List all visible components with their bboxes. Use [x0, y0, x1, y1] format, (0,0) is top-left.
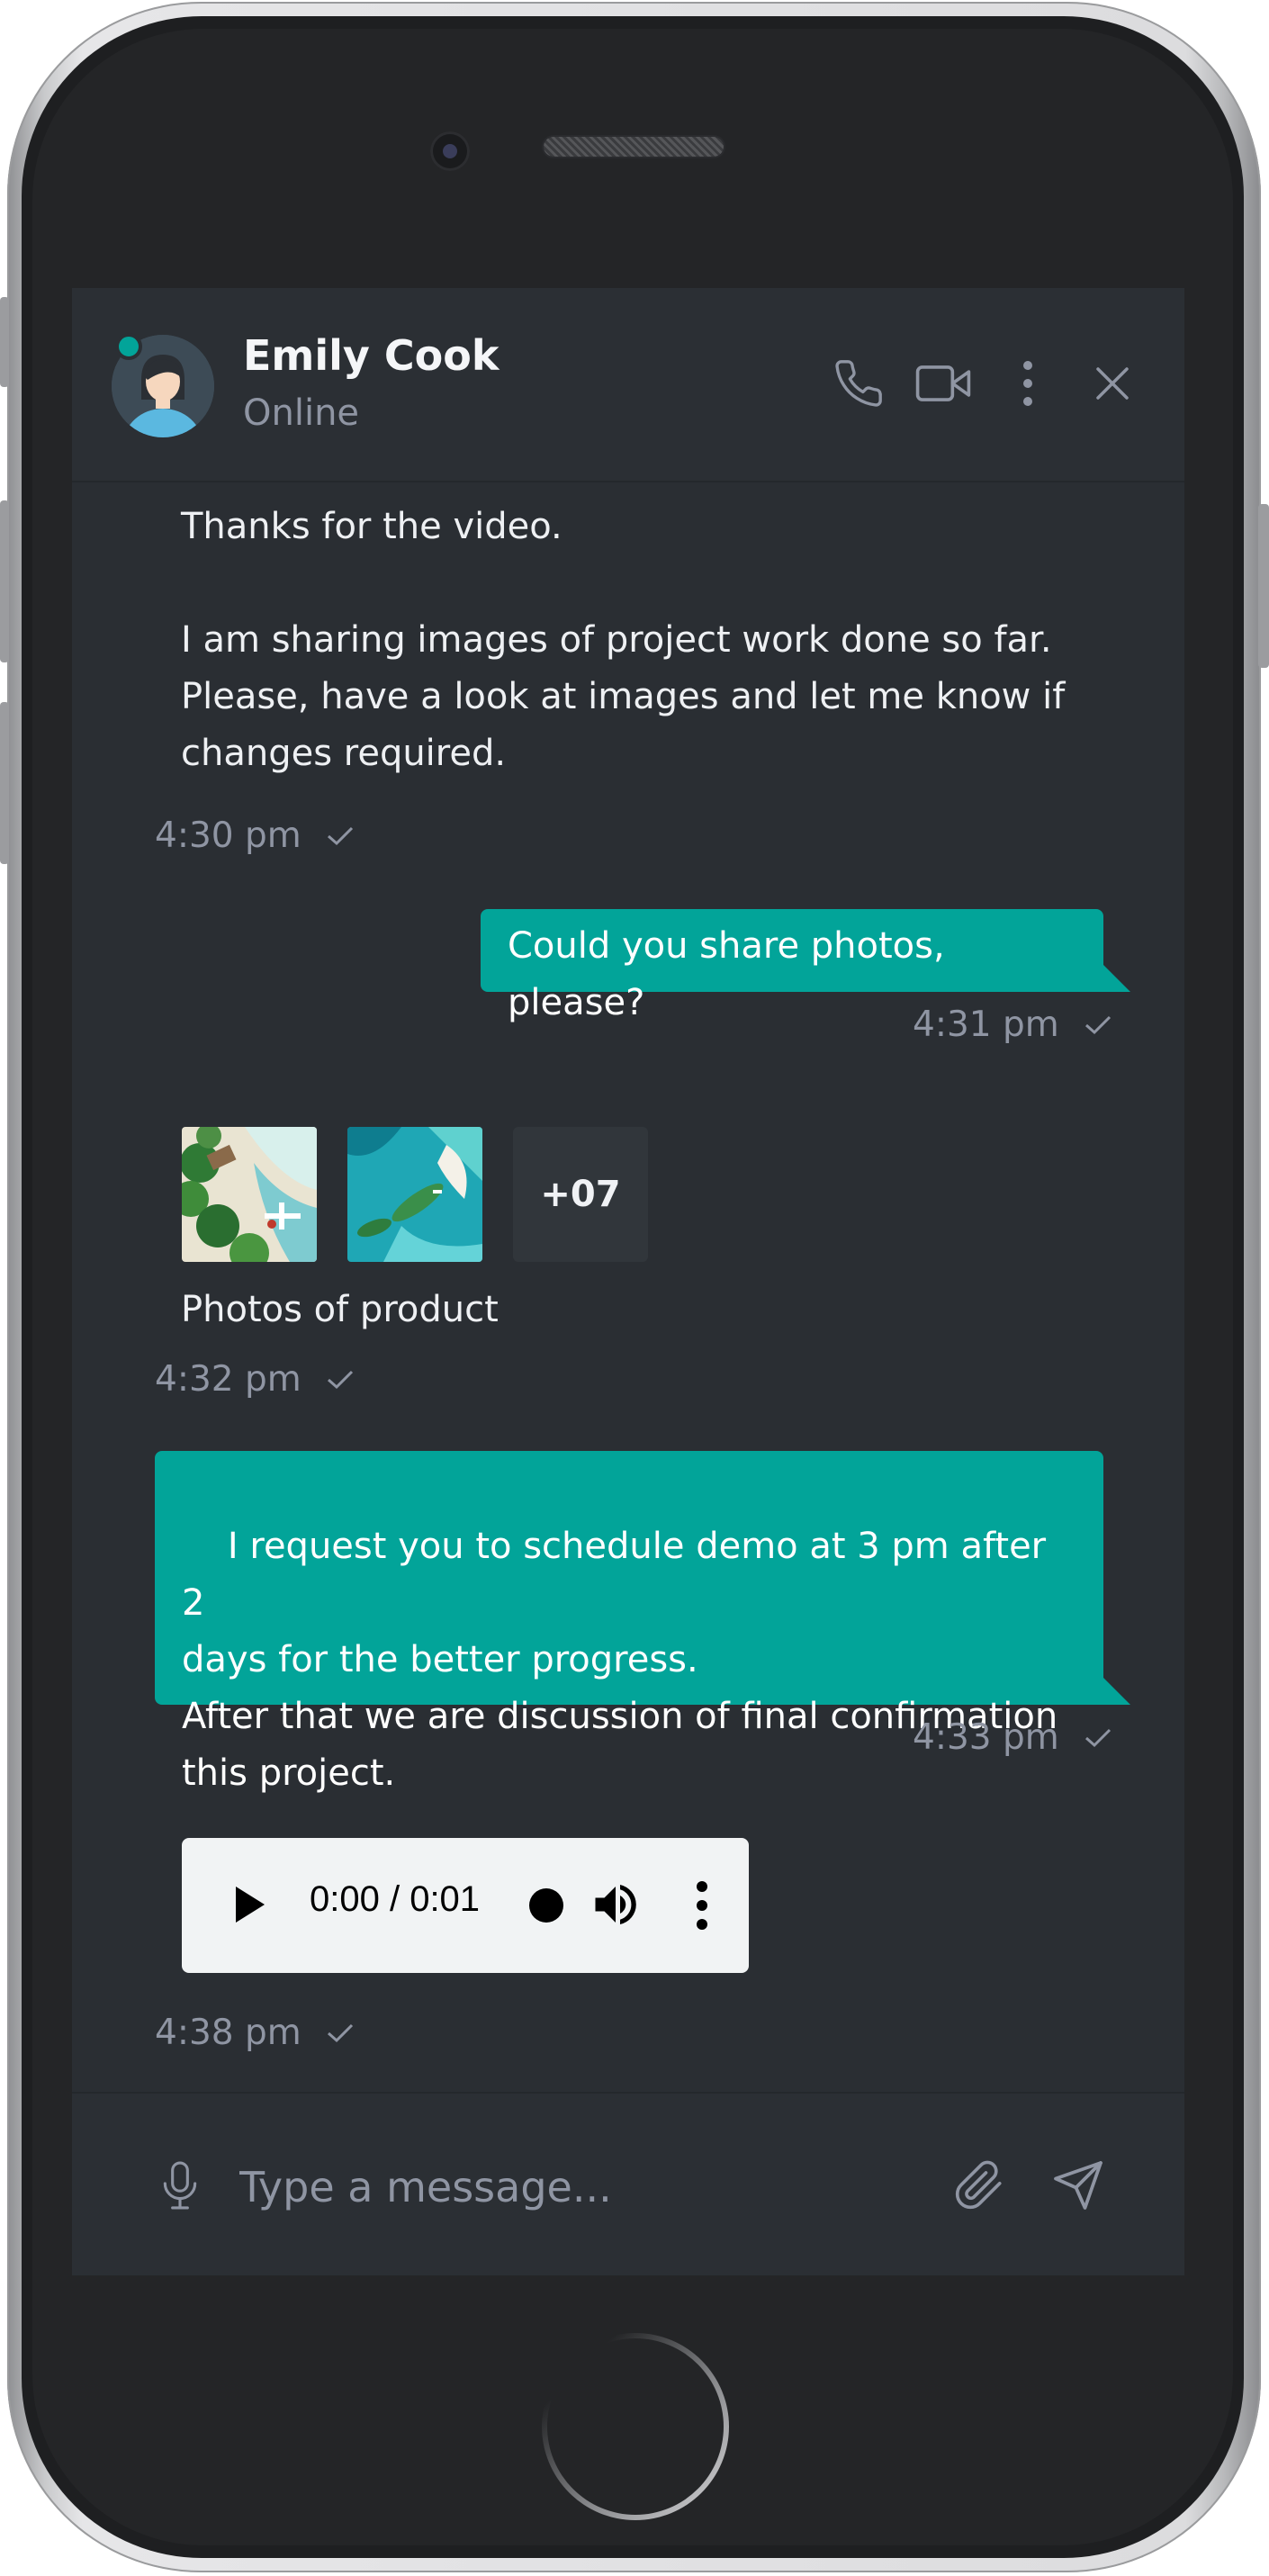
check-icon — [1084, 1015, 1111, 1034]
front-camera — [430, 131, 470, 171]
paperclip-icon[interactable] — [950, 2157, 1008, 2214]
online-status-indicator — [115, 333, 142, 360]
more-vertical-icon[interactable] — [999, 355, 1057, 412]
message-time: 4:31 pm — [913, 1004, 1112, 1045]
video-camera-icon[interactable] — [914, 355, 972, 412]
message-timestamp: 4:33 pm — [913, 1717, 1059, 1758]
message-time: 4:30 pm — [155, 815, 354, 856]
message-time: 4:33 pm — [913, 1717, 1112, 1758]
phone-power-button — [1258, 504, 1269, 668]
send-icon[interactable] — [1049, 2157, 1107, 2214]
outgoing-message-bubble: I request you to schedule demo at 3 pm a… — [155, 1451, 1130, 1794]
audio-options-icon[interactable] — [695, 1879, 709, 1936]
play-icon[interactable] — [232, 1883, 268, 1931]
phone-volume-down-button — [0, 702, 9, 864]
phone-volume-up-button — [0, 500, 9, 662]
volume-icon[interactable] — [589, 1878, 643, 1936]
home-button[interactable] — [542, 2333, 729, 2520]
photos-caption: Photos of product — [181, 1289, 499, 1330]
phone-side-button — [0, 297, 9, 387]
incoming-message-text: Thanks for the video. I am sharing image… — [181, 506, 1066, 774]
message-timestamp: 4:32 pm — [155, 1359, 302, 1400]
contact-status: Online — [243, 392, 360, 434]
earpiece-speaker — [544, 137, 724, 157]
message-timestamp: 4:31 pm — [913, 1004, 1059, 1045]
message-time: 4:38 pm — [155, 2013, 354, 2053]
check-icon — [327, 1370, 353, 1389]
close-icon[interactable] — [1084, 355, 1141, 412]
product-photo-thumbnail[interactable] — [182, 1127, 317, 1262]
check-icon — [1084, 1728, 1111, 1747]
chat-screen: Emily Cook Online Thanks for the video. … — [72, 288, 1184, 2275]
audio-time: 0:00 / 0:01 — [310, 1879, 481, 1919]
message-time: 4:32 pm — [155, 1359, 354, 1400]
check-icon — [327, 2023, 353, 2042]
more-photos-tile[interactable]: +07 — [513, 1127, 648, 1262]
outgoing-message-bubble: Could you share photos, please? — [481, 909, 1130, 1023]
product-photo-thumbnail[interactable] — [347, 1127, 482, 1262]
message-timestamp: 4:38 pm — [155, 2013, 302, 2053]
outgoing-message-text: Could you share photos, please? — [508, 925, 945, 1023]
microphone-icon[interactable] — [151, 2157, 209, 2214]
contact-name: Emily Cook — [243, 331, 500, 380]
audio-progress-knob[interactable] — [529, 1888, 563, 1923]
audio-player[interactable]: 0:00 / 0:01 — [182, 1838, 749, 1973]
phone-icon[interactable] — [830, 355, 887, 412]
check-icon — [327, 826, 353, 845]
chat-header: Emily Cook Online — [72, 288, 1184, 482]
message-input[interactable] — [238, 2155, 943, 2220]
message-composer — [72, 2092, 1184, 2275]
message-timestamp: 4:30 pm — [155, 815, 302, 856]
